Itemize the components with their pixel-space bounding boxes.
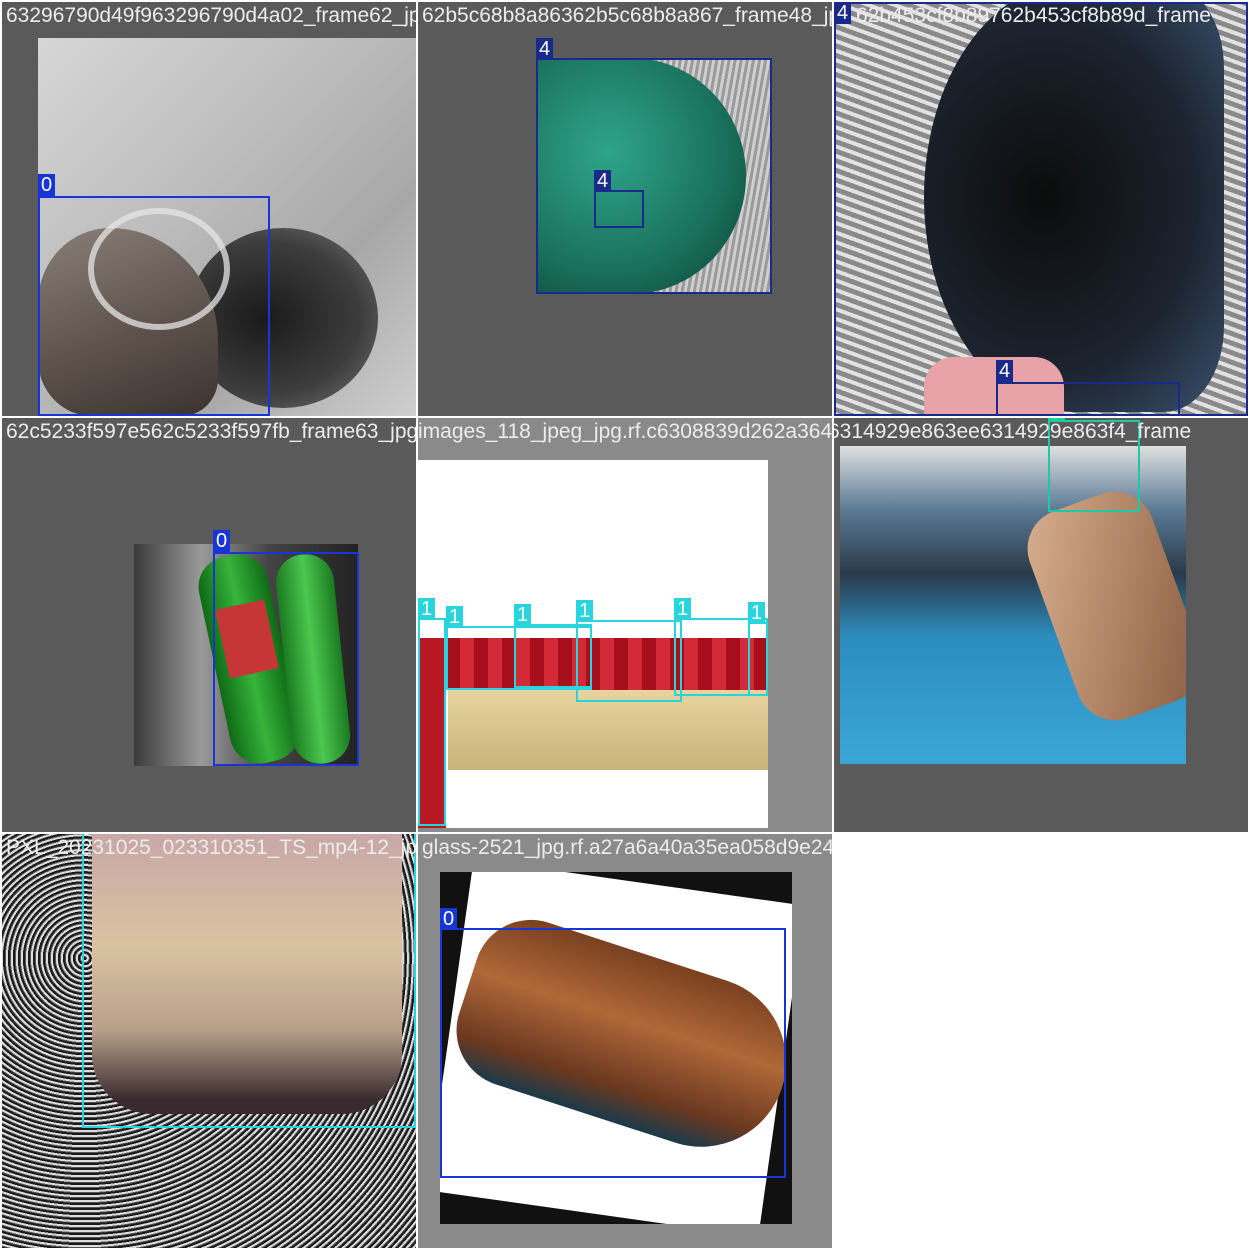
bbox-class-1 bbox=[748, 622, 768, 696]
bbox-class-4 bbox=[996, 382, 1180, 416]
tile-7: 1 PXL_20231025_023310351_TS_mp4-12_jpg bbox=[2, 834, 416, 1248]
bbox-label: 1 bbox=[514, 604, 532, 626]
bbox-label: 1 bbox=[418, 598, 436, 620]
bbox-label: 4 bbox=[834, 2, 852, 24]
tile-filename: 62b5c68b8a86362b5c68b8a867_frame48_jpg bbox=[422, 4, 832, 27]
bbox-label: 1 bbox=[748, 602, 766, 624]
tile-filename: images_118_jpeg_jpg.rf.c6308839d262a3649 bbox=[418, 420, 832, 443]
tile-filename: 63296790d49f963296790d4a02_frame62_jpg bbox=[6, 4, 416, 27]
bbox-class-0 bbox=[440, 928, 786, 1178]
bbox-class-4 bbox=[834, 2, 1248, 416]
tile-3: 4 4 62b453cf8b89762b453cf8b89d_frame bbox=[834, 2, 1248, 416]
tile-4: 0 62c5233f597e562c5233f597fb_frame63_jpg bbox=[2, 418, 416, 832]
tile-1: 0 63296790d49f963296790d4a02_frame62_jpg bbox=[2, 2, 416, 416]
tile-6: 3 6314929e863ee6314929e863f4_frame bbox=[834, 418, 1248, 832]
bbox-class-0 bbox=[38, 196, 270, 416]
tile-filename: 6314929e863ee6314929e863f4_frame bbox=[834, 420, 1192, 443]
bbox-class-0 bbox=[213, 552, 359, 766]
image-beige-band bbox=[448, 690, 768, 770]
tile-filename: glass-2521_jpg.rf.a27a6a40a35ea058d9e24c bbox=[422, 836, 832, 859]
bbox-label: 1 bbox=[674, 598, 692, 620]
bbox-class-1 bbox=[418, 618, 446, 826]
bbox-label: 4 bbox=[536, 38, 554, 60]
tile-filename: 62b453cf8b89762b453cf8b89d_frame bbox=[856, 4, 1211, 27]
bbox-label: 1 bbox=[446, 606, 464, 628]
bbox-class-1 bbox=[82, 834, 416, 1128]
bbox-label: 0 bbox=[440, 908, 458, 930]
tile-filename: PXL_20231025_023310351_TS_mp4-12_jpg bbox=[6, 836, 416, 859]
tile-5: 1 1 1 1 1 1 images_118_jpeg_jpg.rf.c6308… bbox=[418, 418, 832, 832]
bbox-class-4 bbox=[536, 58, 772, 294]
bbox-label: 0 bbox=[213, 530, 231, 552]
bbox-label: 1 bbox=[576, 600, 594, 622]
image-hand bbox=[1016, 480, 1186, 732]
bbox-label: 4 bbox=[594, 170, 612, 192]
bbox-class-1 bbox=[576, 620, 682, 702]
bbox-label: 4 bbox=[996, 360, 1014, 382]
mosaic-grid: 0 63296790d49f963296790d4a02_frame62_jpg… bbox=[0, 0, 1248, 1248]
tile-filename: 62c5233f597e562c5233f597fb_frame63_jpg bbox=[6, 420, 416, 443]
bbox-label: 0 bbox=[38, 174, 56, 196]
bbox-class-4 bbox=[594, 190, 644, 228]
tile-8: 0 glass-2521_jpg.rf.a27a6a40a35ea058d9e2… bbox=[418, 834, 832, 1248]
empty-slot bbox=[834, 834, 1248, 1248]
tile-2: 4 4 62b5c68b8a86362b5c68b8a867_frame48_j… bbox=[418, 2, 832, 416]
